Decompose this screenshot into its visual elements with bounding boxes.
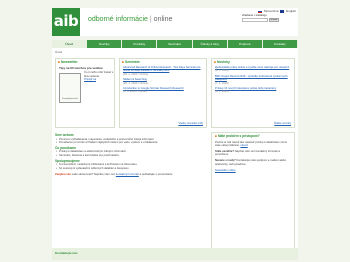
news-item: Prístup 10 nových časopisov počas doby k… <box>212 86 294 95</box>
orange-bullet-icon: ■ <box>214 60 216 64</box>
seminars-box: ■Semináre Advanced Research of Online Re… <box>119 58 207 128</box>
all-seminars-link[interactable]: Všetky semináre (15) <box>178 122 203 125</box>
newsletter-title-text: Newsletter <box>61 60 78 64</box>
newsletter-box: ■Newsletter Tipy na 60 návrhov pre vedúc… <box>55 58 115 128</box>
news-item: BMJ Impact Record 2019 - výsledky hodnot… <box>212 74 294 86</box>
orange-bullet-icon: ■ <box>122 60 124 64</box>
newsletter-subscribe-link[interactable]: Pripojiť sa <box>84 78 96 81</box>
nav-item-novinky[interactable]: Novinky <box>87 40 122 48</box>
news-item: Zjednodušte prácu online a využite nové … <box>212 65 294 74</box>
nav-item-kontakty[interactable]: Kontakty <box>262 40 297 48</box>
newsletter-side: Čo ti môže robiť získať s flow vedenia P… <box>84 71 114 82</box>
lang-en-link[interactable]: English <box>286 9 296 13</box>
access-help-text: Pozrite si náš návod ako nastaviť prístu… <box>215 140 287 148</box>
search-button[interactable]: Hľadať <box>269 18 279 22</box>
catalog-search: Hľadanie v katalógu Hľadať <box>242 13 282 22</box>
list-item: So svetovými vydavateľmi odborných datab… <box>55 167 205 171</box>
nav-item-clanky[interactable]: Články a blog <box>192 40 227 48</box>
contact-form-link[interactable]: kontaktný formulár <box>116 172 139 177</box>
logo[interactable]: aib <box>52 8 80 36</box>
seminar-item: Advanced Research of Online Research - T… <box>120 65 206 77</box>
access-help-para: Pozrite si náš návod ako nastaviť prístu… <box>215 141 291 148</box>
newsletter-online-link[interactable]: Newsletter online <box>215 169 291 173</box>
orange-bullet-icon: ■ <box>58 60 60 64</box>
list-item: Pomáhame pri tvorbe a hľadaní najlepších… <box>55 141 205 145</box>
orange-bullet-icon: ■ <box>215 134 217 138</box>
site-title-sub: online <box>153 16 173 23</box>
seminar-item: Introduction to Google Scholar Research … <box>120 86 206 95</box>
title-separator: | <box>149 16 152 23</box>
footer: Kontaktujte nás <box>52 248 298 260</box>
news-date: (6. 4. 2020) <box>215 90 229 94</box>
header: aib odborné informácie | online Slovenči… <box>52 8 298 36</box>
news-title-text: Novinky <box>217 60 230 64</box>
more-news-link[interactable]: Ďalšie novinky <box>274 122 291 125</box>
news-box: ■Novinky Zjednodušte prácu online a využ… <box>211 58 295 128</box>
nav-item-podpora[interactable]: Podpora <box>227 40 262 48</box>
brochure-cover-image[interactable]: Prospekt/príručka <box>59 73 81 103</box>
seminars-title-text: Semináre <box>125 60 140 64</box>
about-section: Sme webom Pomocou vyhľadávania, mapovani… <box>55 132 205 177</box>
callout-text: vaše skúsenosti? Napíšte nám cez <box>71 172 116 177</box>
seminar-date: (5. 5. 2020 / Online) <box>123 90 147 94</box>
access-help-title-text: Máte problém s prístupom? <box>217 134 260 138</box>
site-title-main: odborné informácie <box>88 16 148 23</box>
nav-item-uvod[interactable]: Úvod <box>52 40 87 48</box>
seminar-date: (28. 4. 2020 / Online) <box>123 81 149 85</box>
access-help-title: ■Máte problém s prístupom? <box>215 134 291 139</box>
access-help-para: Stále nevidíte? Napíšte nám cez kontaktn… <box>215 150 291 157</box>
brochure-cover-label: Prospekt/príručka <box>62 98 78 100</box>
footer-title: Kontaktujte nás <box>55 251 78 255</box>
callout-warning: Zaujíma vás <box>55 172 72 177</box>
callout-end: a požiadajte o prezentáciu. <box>139 172 174 177</box>
news-date: (7. 4. 2020) <box>215 81 229 85</box>
search-input[interactable] <box>242 18 268 22</box>
news-date: (8. 4. 2020) <box>215 69 229 73</box>
site-title: odborné informácie | online <box>88 16 172 23</box>
access-guide-link[interactable]: návod <box>240 144 247 147</box>
main-nav: Úvod Novinky Produkty Semináre Články a … <box>52 40 298 48</box>
search-row: Hľadať <box>242 18 282 22</box>
newsletter-text: Čo ti môže robiť získať s flow vedenia <box>84 71 114 78</box>
list-item: Semináre, školenia a konzultácie pre pou… <box>55 154 205 158</box>
page: aib odborné informácie | online Slovenči… <box>52 8 298 258</box>
search-label: Hľadanie v katalógu <box>242 13 267 17</box>
main-content: Úvod ■Newsletter Tipy na 60 návrhov pre … <box>52 48 298 258</box>
seminar-link[interactable]: Advanced Research of Online Research - T… <box>123 66 203 73</box>
contact-callout: Zaujíma vás vaše skúsenosti? Napíšte nám… <box>55 173 205 177</box>
breadcrumb: Úvod <box>55 50 63 54</box>
seminar-item: Skillset & Searching (28. 4. 2020 / Onli… <box>120 77 206 86</box>
access-help-box: ■Máte problém s prístupom? Pozrite si ná… <box>211 132 295 256</box>
access-help-bold: Neviete si rady? <box>215 158 236 162</box>
nav-item-seminare[interactable]: Semináre <box>157 40 192 48</box>
seminar-date: (26. 4. 2020 / Online) <box>123 72 149 76</box>
news-link[interactable]: BMJ Impact Record 2019 - výsledky hodnot… <box>215 75 291 82</box>
access-help-para: Neviete si rady? Kontaktujte našu podpor… <box>215 159 291 166</box>
nav-item-produkty[interactable]: Produkty <box>122 40 157 48</box>
